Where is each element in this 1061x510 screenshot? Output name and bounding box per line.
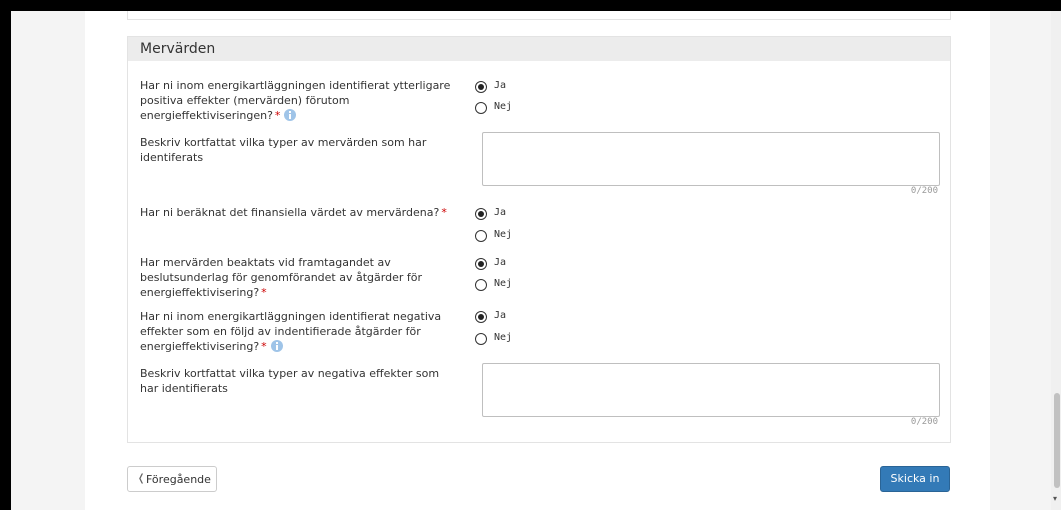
radio-label: Nej xyxy=(494,229,513,240)
question-label-decision-basis: Har mervärden beaktats vid framtagandet … xyxy=(140,256,422,299)
radio-label: Nej xyxy=(494,101,513,112)
submit-button[interactable]: Skicka in xyxy=(880,466,950,492)
scrollbar-thumb[interactable] xyxy=(1054,393,1060,488)
panel-heading: Mervärden xyxy=(128,37,950,61)
required-marker: * xyxy=(441,206,447,219)
radio-checked-icon[interactable] xyxy=(475,258,487,270)
window-border-left xyxy=(0,0,11,510)
page-gutter-right xyxy=(990,11,1051,510)
radio-label: Ja xyxy=(494,257,507,268)
radio-unchecked-icon[interactable] xyxy=(475,333,487,345)
question-label-negative-effects: Har ni inom energikartläggningen identif… xyxy=(140,310,442,353)
radio-checked-icon[interactable] xyxy=(475,208,487,220)
page-gutter-left xyxy=(11,11,85,510)
char-counter: 0/200 xyxy=(910,186,938,196)
radio-checked-icon[interactable] xyxy=(475,81,487,93)
radio-label: Nej xyxy=(494,332,513,343)
previous-button[interactable]: ❬ Föregående xyxy=(127,466,217,492)
radio-label: Nej xyxy=(494,278,513,289)
negative-effects-textarea[interactable] xyxy=(482,363,940,417)
radio-unchecked-icon[interactable] xyxy=(475,230,487,242)
window-border-top xyxy=(0,0,1061,11)
question-label-financial-value: Har ni beräknat det finansiella värdet a… xyxy=(140,206,447,219)
scroll-down-icon[interactable]: ▾ xyxy=(1053,494,1057,503)
info-icon[interactable] xyxy=(284,109,297,121)
panel-title: Mervärden xyxy=(140,41,216,57)
added-values-textarea[interactable] xyxy=(482,132,940,186)
radio-label: Ja xyxy=(494,207,507,218)
info-icon[interactable] xyxy=(270,340,283,352)
required-marker: * xyxy=(261,286,267,299)
radio-checked-icon[interactable] xyxy=(475,311,487,323)
required-marker: * xyxy=(261,340,267,353)
radio-label: Ja xyxy=(494,80,507,91)
char-counter: 0/200 xyxy=(910,417,938,427)
radio-label: Ja xyxy=(494,310,507,321)
question-label-additional-effects: Har ni inom energikartläggningen identif… xyxy=(140,79,451,122)
radio-unchecked-icon[interactable] xyxy=(475,102,487,114)
previous-panel xyxy=(127,11,951,20)
question-label-describe-added-values: Beskriv kortfattat vilka typer av mervär… xyxy=(140,136,427,164)
radio-unchecked-icon[interactable] xyxy=(475,279,487,291)
question-label-describe-negative-effects: Beskriv kortfattat vilka typer av negati… xyxy=(140,367,440,395)
previous-button-label: Föregående xyxy=(146,473,211,486)
required-marker: * xyxy=(274,109,281,122)
chevron-left-icon: ❬ xyxy=(137,473,146,484)
